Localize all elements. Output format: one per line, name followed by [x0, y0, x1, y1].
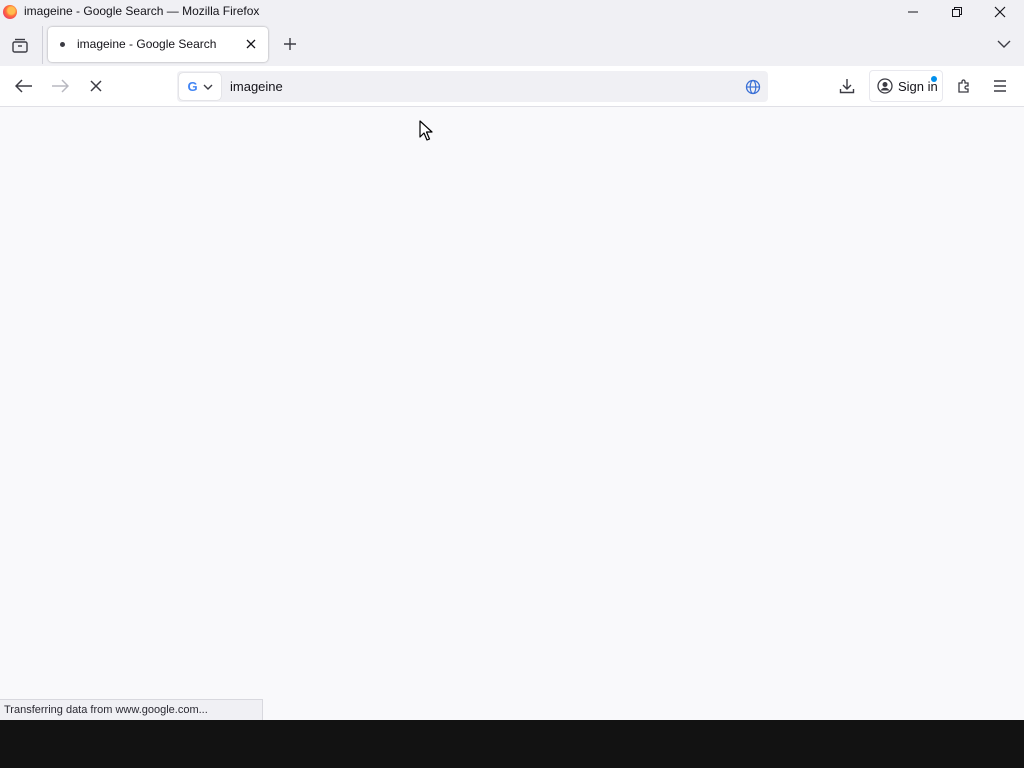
window-title: imageine - Google Search — Mozilla Firef…	[24, 4, 260, 18]
status-panel: Transferring data from www.google.com...	[0, 699, 263, 720]
close-icon	[246, 39, 256, 49]
browser-window: imageine - Google Search — Mozilla Firef…	[0, 0, 1024, 720]
minimize-button[interactable]	[891, 0, 935, 24]
hamburger-menu-icon	[994, 80, 1006, 92]
address-input[interactable]: imageine	[230, 79, 283, 94]
stop-button[interactable]	[80, 70, 112, 102]
mouse-cursor-icon	[419, 120, 433, 141]
search-engine-button[interactable]: G	[179, 73, 221, 100]
back-button[interactable]	[8, 70, 40, 102]
download-icon	[839, 79, 855, 94]
notification-badge	[931, 76, 937, 82]
restore-icon	[952, 7, 962, 17]
stop-icon	[90, 80, 102, 92]
tab-active[interactable]: imageine - Google Search	[48, 27, 268, 62]
title-bar: imageine - Google Search — Mozilla Firef…	[0, 0, 1024, 24]
minimize-icon	[908, 11, 918, 13]
loading-indicator-icon	[60, 42, 65, 47]
app-menu-button[interactable]	[984, 70, 1016, 102]
arrow-right-icon	[52, 79, 69, 93]
puzzle-icon	[958, 79, 969, 93]
google-icon: G	[187, 79, 198, 94]
new-tab-button[interactable]	[278, 32, 302, 56]
address-bar[interactable]: G imageine	[177, 71, 768, 102]
restore-button[interactable]	[935, 0, 979, 24]
arrow-left-icon	[15, 79, 32, 93]
firefox-view-icon	[12, 38, 28, 53]
globe-icon	[745, 79, 761, 95]
close-window-button[interactable]	[978, 0, 1022, 24]
firefox-view-button[interactable]	[4, 30, 36, 60]
chevron-down-icon	[203, 84, 213, 90]
account-signin-button[interactable]: Sign in	[869, 70, 943, 102]
downloads-button[interactable]	[831, 70, 863, 102]
plus-icon	[284, 38, 296, 50]
tab-close-button[interactable]	[242, 35, 260, 53]
forward-button[interactable]	[44, 70, 76, 102]
firefox-logo-icon	[3, 5, 17, 19]
account-icon	[877, 78, 893, 94]
page-content	[0, 107, 1024, 720]
tab-separator	[42, 26, 43, 64]
taskbar	[0, 720, 1024, 768]
chevron-down-icon	[997, 40, 1011, 48]
extensions-button[interactable]	[948, 70, 980, 102]
close-icon	[994, 6, 1006, 18]
navigation-toolbar: G imageine Sign in	[0, 66, 1024, 107]
list-all-tabs-button[interactable]	[990, 32, 1018, 56]
tab-title: imageine - Google Search	[77, 37, 217, 51]
translate-button[interactable]	[743, 77, 763, 97]
tab-strip: imageine - Google Search	[0, 24, 1024, 66]
